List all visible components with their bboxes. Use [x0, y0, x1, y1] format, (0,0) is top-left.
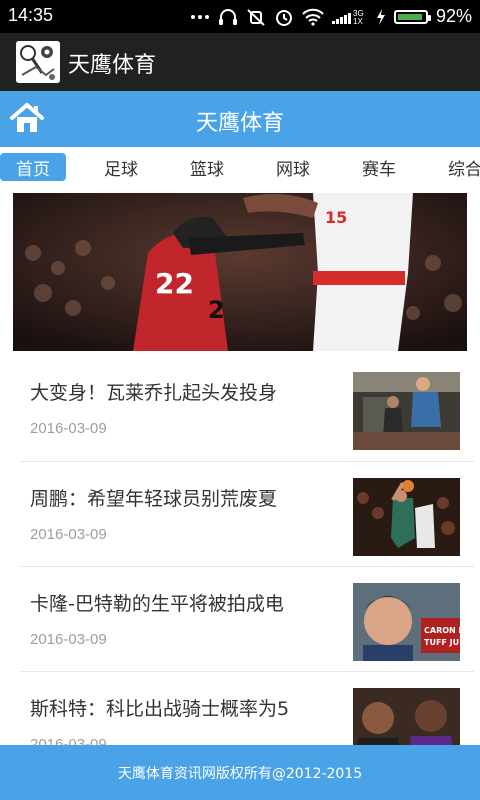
category-tabs: 首页 足球 篮球 网球 赛车 综合	[0, 147, 480, 187]
svg-text:15: 15	[325, 208, 347, 227]
news-date: 2016-03-09	[30, 631, 107, 648]
copyright-footer: 天鹰体育资讯网版权所有@2012-2015	[0, 745, 480, 800]
status-bar: 14:35 3G 1X 92%	[0, 0, 480, 33]
news-thumbnail	[353, 478, 460, 556]
page-title: 天鹰体育	[195, 111, 284, 136]
tab-racing[interactable]: 赛车	[346, 153, 412, 181]
mute-icon	[246, 8, 266, 26]
app-logo	[16, 41, 60, 83]
news-title: 大变身！瓦莱乔扎起头发投身	[30, 382, 278, 404]
svg-text:TUFF JU: TUFF JU	[424, 638, 459, 647]
news-item[interactable]: 大变身！瓦莱乔扎起头发投身 2016-03-09	[0, 356, 480, 462]
network-sub: 1X	[353, 17, 363, 26]
svg-text:22: 22	[155, 267, 194, 300]
page-header: 天鹰体育	[0, 91, 480, 147]
headphones-icon	[218, 8, 238, 26]
news-thumbnail	[353, 372, 460, 450]
tab-home[interactable]: 首页	[0, 153, 66, 181]
news-title: 卡隆-巴特勒的生平将被拍成电	[30, 593, 284, 615]
status-time: 14:35	[8, 5, 54, 25]
battery-fill	[397, 13, 422, 20]
wifi-icon	[302, 8, 324, 26]
battery-percent: 92%	[435, 6, 472, 26]
copyright-text: 天鹰体育资讯网版权所有@2012-2015	[117, 766, 363, 782]
tab-football[interactable]: 足球	[88, 153, 154, 181]
app-bar: 天鹰体育	[0, 33, 480, 91]
news-thumbnail: CARON B TUFF JU	[353, 583, 460, 661]
news-item[interactable]: 卡隆-巴特勒的生平将被拍成电 2016-03-09 CARON B TUFF J…	[0, 567, 480, 673]
news-title: 斯科特：科比出战骑士概率为5	[30, 698, 290, 720]
charging-icon	[376, 8, 386, 25]
status-icons: 3G 1X 92%	[190, 6, 472, 27]
news-date: 2016-03-09	[30, 420, 107, 437]
tab-tennis[interactable]: 网球	[260, 153, 326, 181]
tab-general[interactable]: 综合	[432, 153, 480, 181]
news-date: 2016-03-09	[30, 526, 107, 543]
tab-basketball[interactable]: 篮球	[174, 153, 240, 181]
more-dots-icon	[190, 14, 210, 20]
signal-icon: 3G 1X	[331, 8, 368, 26]
alarm-icon	[274, 8, 294, 26]
app-title: 天鹰体育	[68, 53, 157, 78]
featured-banner-image[interactable]: 22 2 15	[13, 193, 467, 351]
news-item[interactable]: 周鹏：希望年轻球员别荒废夏 2016-03-09	[0, 462, 480, 568]
svg-text:CARON B: CARON B	[424, 626, 460, 635]
svg-text:2: 2	[208, 296, 225, 324]
news-title: 周鹏：希望年轻球员别荒废夏	[30, 488, 278, 510]
battery-icon	[393, 9, 431, 24]
